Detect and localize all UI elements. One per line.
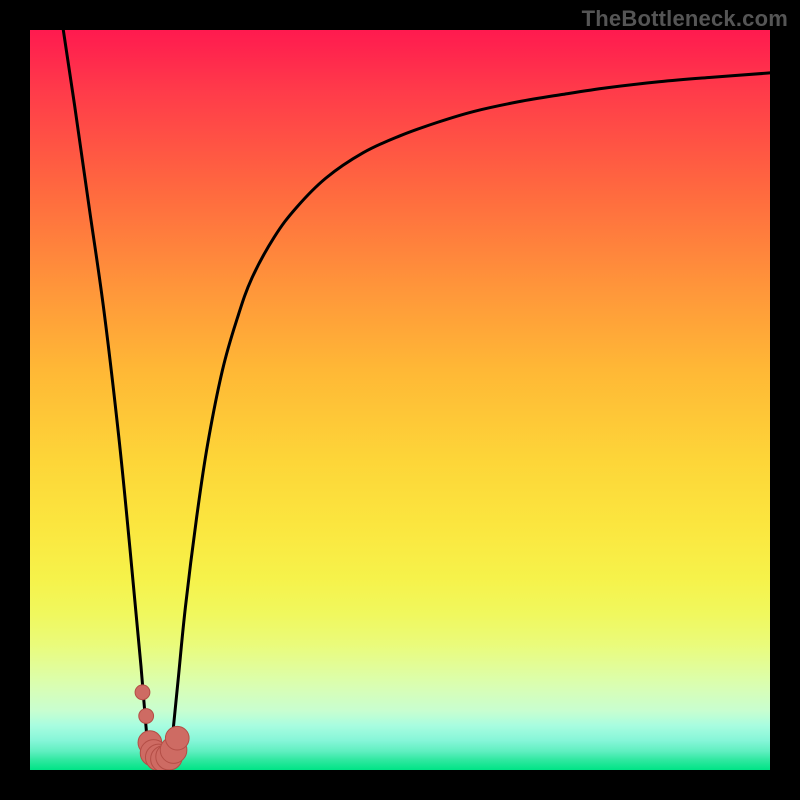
curve-right-branch [171,73,770,755]
marker-dot [139,709,154,724]
watermark-text: TheBottleneck.com [582,6,788,32]
plot-area [30,30,770,770]
marker-dot [165,726,189,750]
curve-left-branch [63,30,148,755]
marker-dot [135,685,150,700]
chart-svg [30,30,770,770]
chart-frame: TheBottleneck.com [0,0,800,800]
